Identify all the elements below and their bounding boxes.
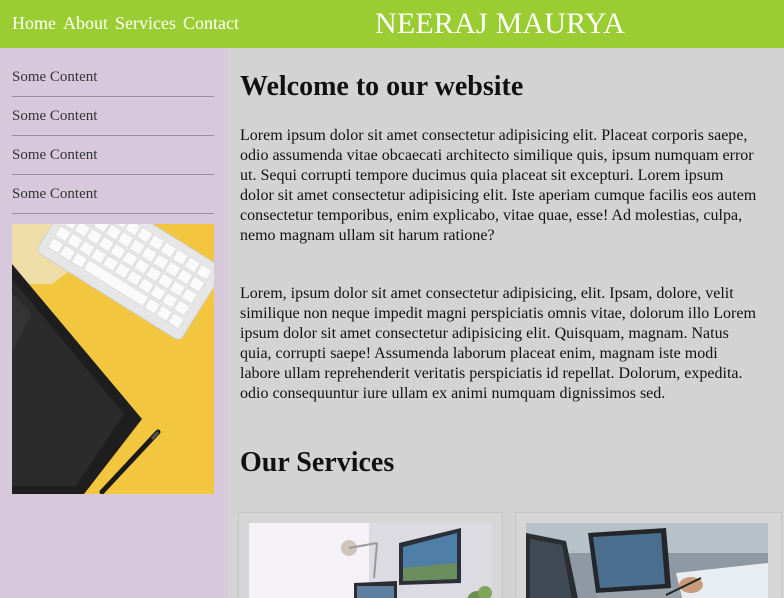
sidebar-item[interactable]: Some Content [12, 58, 214, 97]
nav-contact-link[interactable]: Contact [183, 12, 239, 34]
nav-about-link[interactable]: About [63, 12, 108, 34]
desk-keyboard-tablet-photo-icon [12, 224, 214, 494]
nav-home-link[interactable]: Home [12, 12, 56, 34]
nav-services-link[interactable]: Services [115, 12, 176, 34]
service-photo [249, 523, 492, 598]
sidebar: Some Content Some Content Some Content S… [0, 48, 228, 598]
sidebar-item[interactable]: Some Content [12, 97, 214, 136]
desk-monitor-lamp-photo-icon [249, 523, 492, 598]
laptop-hands-photo-icon [526, 523, 768, 598]
sidebar-item[interactable]: Some Content [12, 175, 214, 214]
main-nav: Home About Services Contact [12, 12, 246, 34]
second-paragraph: Lorem, ipsum dolor sit amet consectetur … [240, 285, 756, 402]
sidebar-item[interactable]: Some Content [12, 136, 214, 175]
welcome-title: Welcome to our website [240, 71, 524, 102]
services-title: Our Services [240, 447, 395, 478]
sidebar-photo [12, 224, 214, 494]
top-bar: Home About Services Contact NEERAJ MAURY… [0, 0, 784, 48]
intro-paragraph: Lorem ipsum dolor sit amet consectetur a… [240, 127, 757, 244]
sidebar-list: Some Content Some Content Some Content S… [12, 58, 214, 214]
site-brand: NEERAJ MAURYA [375, 7, 626, 40]
service-photo [526, 523, 768, 598]
service-card[interactable] [238, 512, 503, 598]
service-card[interactable] [515, 512, 782, 598]
